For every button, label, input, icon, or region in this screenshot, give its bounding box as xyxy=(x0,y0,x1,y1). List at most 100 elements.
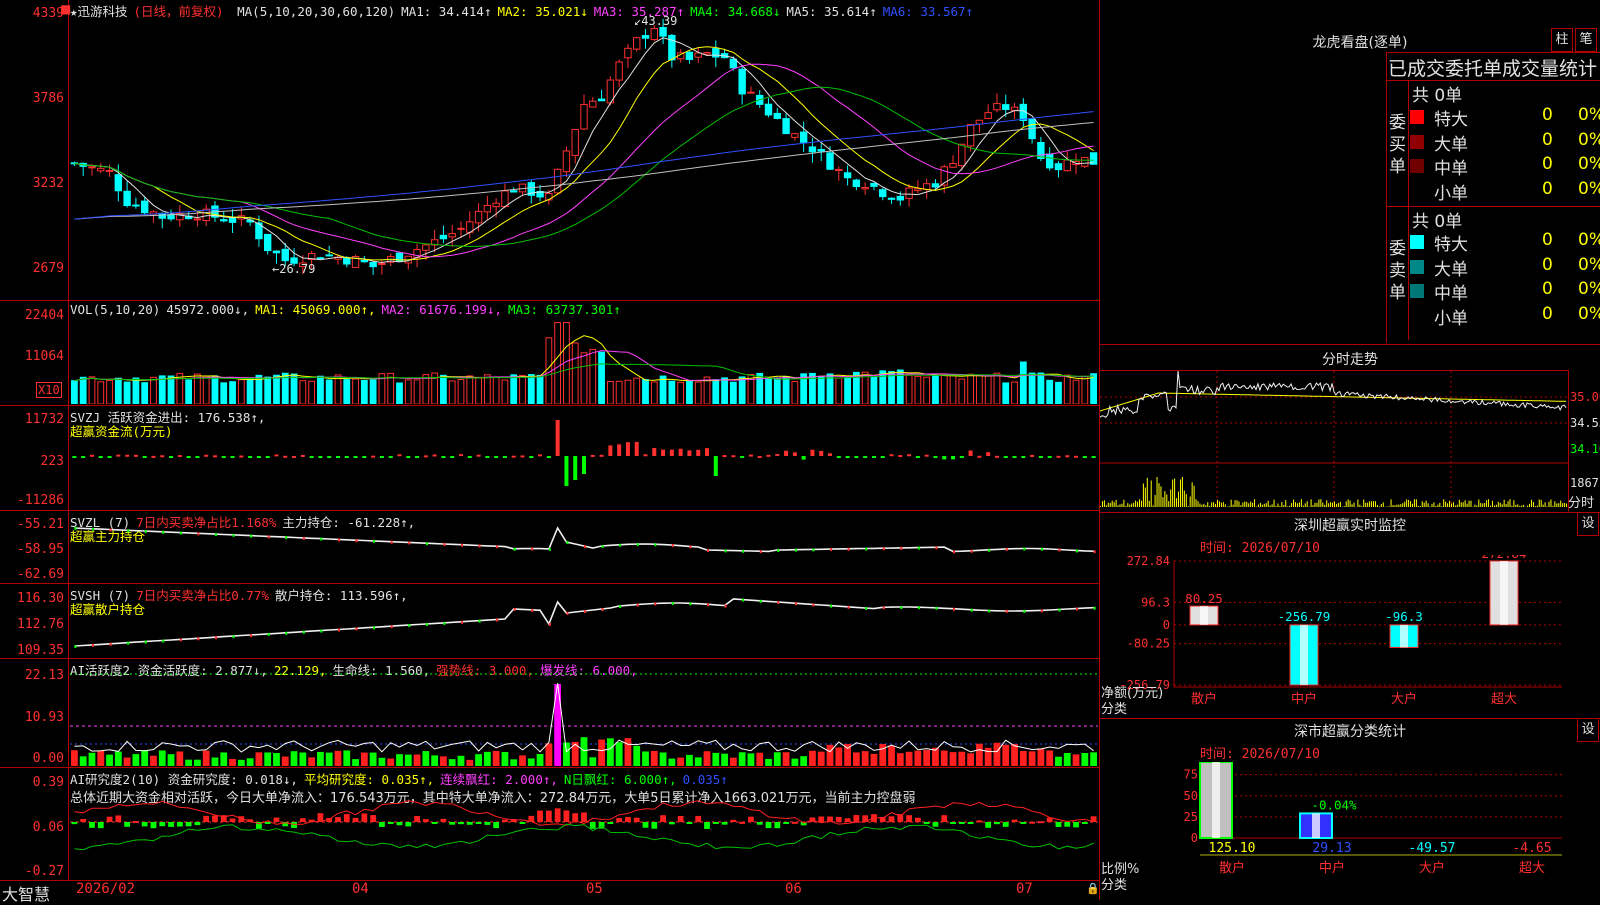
intraday-vol-bar xyxy=(1330,502,1331,507)
activity-bar xyxy=(1037,748,1044,766)
tab-bi[interactable]: 笔 xyxy=(1575,28,1597,52)
flow-bar xyxy=(125,455,129,457)
volume-bar xyxy=(265,377,271,404)
monitor-net-bar-chart[interactable]: 272.8496.30-80.25-256.7980.25散户-256.79中户… xyxy=(1100,555,1600,720)
volume-bar xyxy=(405,380,411,404)
monitor-bar-label: -256.79 xyxy=(1278,609,1331,624)
research-bar xyxy=(168,822,174,827)
volume-bar xyxy=(168,376,174,404)
monitor-settings-button[interactable]: 设 xyxy=(1577,512,1599,536)
intraday-vol-bar xyxy=(1240,505,1241,507)
lock-icon[interactable]: 🔒 xyxy=(1086,882,1100,895)
intraday-vol-bar xyxy=(1381,504,1382,507)
flow-bar xyxy=(292,456,296,458)
intraday-vol-bar xyxy=(1535,506,1536,507)
flow-bar xyxy=(134,455,138,457)
intraday-vol-bar xyxy=(1383,502,1384,507)
volume-chart[interactable] xyxy=(70,318,1098,404)
vol-legend-item: MA1: 45069.000↑, xyxy=(255,302,375,317)
volume-bar xyxy=(511,375,517,404)
volume-bar xyxy=(353,379,359,404)
candle-body xyxy=(660,27,666,36)
candle-body xyxy=(440,235,446,238)
intraday-vol-bar xyxy=(1188,506,1189,507)
research-bar xyxy=(643,822,649,828)
flow-bar xyxy=(723,455,727,457)
research-bar xyxy=(484,822,490,825)
intraday-vol-bar xyxy=(1430,506,1431,507)
flow-bar xyxy=(617,444,621,456)
activity-bar xyxy=(159,750,166,766)
holding-tick xyxy=(953,550,955,553)
volume-bar xyxy=(1047,380,1053,404)
intraday-vol-bar xyxy=(1541,500,1542,507)
intraday-vol-bar xyxy=(1268,501,1269,507)
sep-ai2 xyxy=(0,880,1100,881)
activity-bar xyxy=(115,752,122,766)
intraday-vol-bar xyxy=(1223,502,1224,507)
intraday-vol-bar xyxy=(1157,477,1158,507)
flow-bar xyxy=(389,456,393,458)
ai2-legend-item: 0.035↑ xyxy=(683,772,728,787)
volume-bar xyxy=(766,379,772,404)
svzj-flow-chart[interactable] xyxy=(70,418,1098,508)
intraday-vol-bar xyxy=(1211,502,1212,507)
intraday-vol-bar xyxy=(1209,506,1210,507)
flow-bar xyxy=(204,455,208,457)
research-bar xyxy=(159,822,165,826)
classify-title: 深市超赢分类统计 xyxy=(1260,721,1440,741)
activity-bar xyxy=(89,753,96,766)
activity-bar xyxy=(431,755,438,766)
intraday-vol-bar xyxy=(1322,503,1323,507)
ai-activity-chart[interactable]: ↓ xyxy=(70,672,1098,766)
intraday-vol-bar xyxy=(1155,495,1156,507)
flow-bar xyxy=(239,456,243,458)
intraday-vol-bar xyxy=(1198,501,1199,507)
intraday-vol-bar xyxy=(1459,500,1460,507)
volume-bar xyxy=(968,374,974,404)
volume-bar xyxy=(1064,375,1070,404)
flow-bar xyxy=(907,454,911,456)
classify-ratio-bar-chart[interactable]: 7550250125.10散户29.13中户-49.57大户-4.65超大-0.… xyxy=(1100,762,1600,900)
intraday-vol-bar xyxy=(1110,503,1111,507)
stats-title: 已成交委托单成交量统计 xyxy=(1388,54,1600,81)
main-candlestick-chart[interactable] xyxy=(70,14,1098,298)
flow-bar xyxy=(222,456,226,458)
volume-bar xyxy=(247,378,253,404)
volume-bar xyxy=(397,383,403,404)
intraday-vol-bar xyxy=(1248,503,1249,507)
holding-tick xyxy=(268,535,270,538)
order-stat-row: 特大00% xyxy=(1410,105,1600,129)
activity-bar xyxy=(748,753,755,766)
intraday-vol-bar xyxy=(1550,499,1551,507)
intraday-vol-bar xyxy=(1365,503,1366,507)
svsh-retail-hold-chart[interactable] xyxy=(70,594,1098,657)
volume-bar xyxy=(985,376,991,404)
svzl-main-hold-chart[interactable] xyxy=(70,520,1098,582)
ai-research-chart[interactable] xyxy=(70,800,1098,878)
intraday-vol-bar xyxy=(1502,504,1503,507)
order-color-swatch xyxy=(1410,235,1424,249)
fenshi-title: 分时走势 xyxy=(1280,349,1420,369)
intraday-vol-bar xyxy=(1344,506,1345,507)
monitor-category-label: 散户 xyxy=(1191,691,1217,707)
candle-body xyxy=(273,251,279,253)
tab-zhu[interactable]: 柱 xyxy=(1551,28,1573,52)
flow-bar xyxy=(494,456,498,458)
flow-bar xyxy=(556,420,560,456)
sep-svzj xyxy=(0,510,1100,511)
research-bar xyxy=(1056,822,1062,827)
classify-settings-button[interactable]: 设 xyxy=(1577,718,1599,742)
svsh-axis-label: 116.30 xyxy=(0,591,64,606)
flow-bar xyxy=(898,455,902,457)
intraday-vol-bar xyxy=(1180,479,1181,507)
research-bar xyxy=(968,822,974,824)
flow-bar xyxy=(758,456,762,458)
holding-tick xyxy=(725,549,727,552)
candle-body xyxy=(634,38,640,49)
order-stat-row: 中单00% xyxy=(1410,279,1600,303)
holding-tick xyxy=(496,619,498,622)
brand-label: 大智慧 xyxy=(2,881,50,905)
classify-bar-label: 29.13 xyxy=(1312,841,1351,856)
intraday-chart[interactable] xyxy=(1100,371,1568,509)
